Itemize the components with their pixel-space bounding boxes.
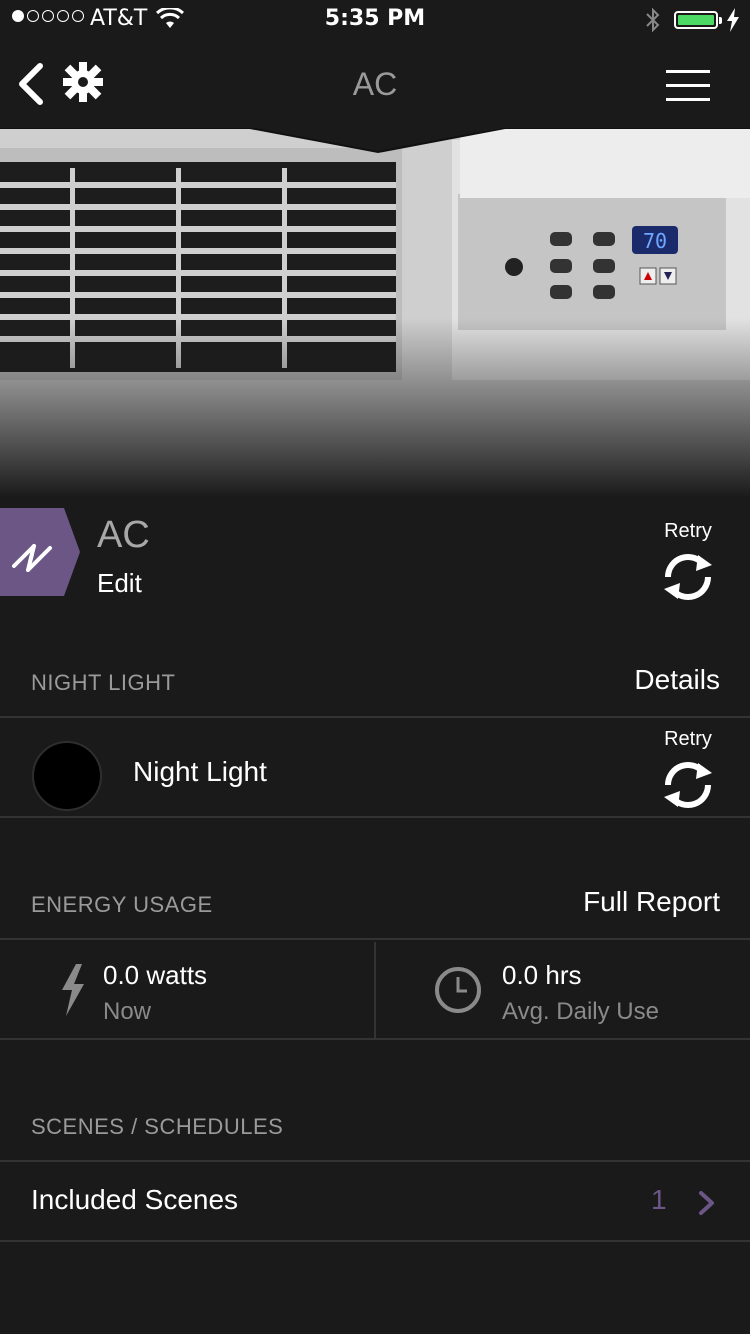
power-value: 0.0 watts <box>103 960 208 990</box>
energy-section-header: ENERGY USAGE Full Report <box>0 870 750 940</box>
night-light-label: Night Light <box>133 756 267 787</box>
device-name: AC <box>97 514 150 556</box>
chevron-right-icon <box>699 1191 714 1215</box>
bluetooth-icon <box>646 7 660 33</box>
lightning-bolt-icon <box>62 964 84 1016</box>
device-header: AC Edit Retry <box>0 498 750 648</box>
divider <box>0 816 750 818</box>
night-light-retry-button[interactable]: Retry <box>648 728 728 815</box>
battery-icon <box>674 11 722 29</box>
night-light-status-indicator[interactable] <box>32 741 102 811</box>
section-title-scenes: SCENES / SCHEDULES <box>31 1114 284 1139</box>
divider <box>0 1240 750 1242</box>
energy-usage-row: 0.0 watts Now 0.0 hrs Avg. Daily Use <box>0 940 750 1038</box>
retry-label: Retry <box>664 728 712 750</box>
hero-notch <box>0 128 750 154</box>
included-scenes-row[interactable]: Included Scenes 1 <box>0 1162 750 1240</box>
ac-unit-illustration: 70 <box>0 128 750 498</box>
included-scenes-count: 1 <box>651 1184 667 1215</box>
retry-label: Retry <box>664 520 712 542</box>
refresh-icon <box>664 554 712 600</box>
clock-icon <box>435 967 481 1013</box>
status-time: 5:35 PM <box>324 6 426 31</box>
hours-sub-label: Avg. Daily Use <box>502 998 659 1025</box>
night-light-row[interactable]: Night Light Retry <box>0 718 750 816</box>
hamburger-menu-icon[interactable] <box>666 68 710 102</box>
status-bar: AT&T 5:35 PM <box>0 0 750 40</box>
navigation-bar: AC <box>0 40 750 128</box>
device-hero-image: 70 <box>0 128 750 498</box>
section-title-energy: ENERGY USAGE <box>31 892 213 917</box>
refresh-icon <box>664 762 712 808</box>
device-retry-button[interactable]: Retry <box>648 520 728 607</box>
details-link[interactable]: Details <box>634 664 720 696</box>
edit-device-link[interactable]: Edit <box>97 568 142 599</box>
section-title-night-light: NIGHT LIGHT <box>31 670 176 695</box>
power-sub-label: Now <box>103 998 152 1025</box>
full-report-link[interactable]: Full Report <box>583 886 720 918</box>
divider <box>0 1038 750 1040</box>
column-divider <box>374 942 376 1038</box>
page-title: AC <box>352 66 398 102</box>
night-light-section-header: NIGHT LIGHT Details <box>0 648 750 718</box>
scenes-section-header: SCENES / SCHEDULES <box>0 1092 750 1162</box>
included-scenes-label: Included Scenes <box>31 1184 239 1215</box>
hours-value: 0.0 hrs <box>502 960 582 990</box>
temperature-readout: 70 <box>643 229 667 253</box>
device-type-badge <box>0 508 80 596</box>
charging-icon <box>727 8 739 32</box>
